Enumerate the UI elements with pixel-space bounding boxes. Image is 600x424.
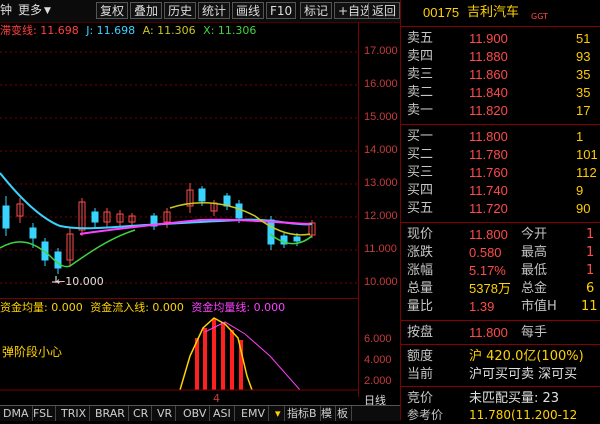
close-row: 按盘 11.800 每手 [407,325,548,340]
legend-x: X: 11.306 [203,24,257,37]
price-tick: 15.000 [364,111,398,123]
bid-row: 买三 11.760 112 [407,165,597,180]
price-tick: 14.000 [364,144,398,156]
chart-toolbar: 钟 更多 ▼ 复权 叠加 历史 统计 画线 F10 标记 +自选 返回 [0,0,400,23]
bid-row: 买四 11.740 9 [407,183,584,198]
sub-tick: 2.000 [364,375,392,387]
tab-vr[interactable]: VR [154,406,177,421]
fq-button[interactable]: 复权 [96,2,129,19]
quota-row: 额度沪 420.0亿(100%) [407,349,584,364]
legend-fund-inflow: 资金流入线: 0.000 [90,301,184,314]
ask-row: 卖三 11.860 35 [407,67,591,82]
date-marker: 4 [213,392,220,405]
draw-line-button[interactable]: 画线 [232,2,265,19]
candle [163,208,171,228]
candle [308,220,316,238]
history-button[interactable]: 历史 [164,2,197,19]
chevron-down-icon[interactable]: ▼ [44,3,51,20]
ask-row: 卖二 11.840 35 [407,85,591,100]
candle [91,208,99,228]
tab-brar[interactable]: BRAR [92,406,129,421]
fund-flow-legend: 资金均量: 0.000 资金流入线: 0.000 资金均量线: 0.000 [0,299,360,315]
tab-obv[interactable]: OBV [180,406,211,421]
legend-fund-avg: 资金均量: 0.000 [0,301,83,314]
low-price-marker: ←10.000 [56,275,104,288]
back-button[interactable]: 返回 [368,2,400,19]
price-tick: 16.000 [364,78,398,90]
sub-tick: 6.000 [364,333,392,345]
tab-plate[interactable]: 板 [334,406,352,421]
f10-button[interactable]: F10 [266,2,297,19]
candle [16,198,24,223]
tab-emv[interactable]: EMV [238,406,269,421]
ask-row: 卖四 11.880 93 [407,49,591,64]
mark-button[interactable]: 标记 [300,2,333,19]
candle [128,213,136,226]
candle [223,193,231,210]
ref-price-row: 参考价 11.780(11.200-12 [407,408,578,422]
price-axis: 17.000 16.000 15.000 14.000 13.000 12.00… [358,22,398,407]
bid-row: 买五 11.720 90 [407,201,591,216]
tab-fsl[interactable]: FSL [30,406,57,421]
sub-tick: 4.000 [364,354,392,366]
candle [116,210,124,226]
stat-row: 涨幅 5.17% 最低 1 [407,263,595,278]
legend-zhibian: 滞变线: 11.698 [0,24,79,37]
tab-trix[interactable]: TRIX [58,406,91,421]
tab-chevron-icon[interactable]: ▾ [272,406,285,421]
candle [2,196,10,236]
overlay-button[interactable]: 叠加 [130,2,163,19]
stats-button[interactable]: 统计 [198,2,231,19]
indicator-tab-bar: DMA FSL TRIX BRAR CR VR OBV ASI EMV ▾ 指标… [0,405,400,421]
legend-a: A: 11.306 [142,24,196,37]
ask-row: 卖五 11.900 51 [407,31,591,46]
tab-dma[interactable]: DMA [0,406,33,421]
price-tick: 10.000 [364,276,398,288]
tab-cr[interactable]: CR [130,406,153,421]
candle [150,213,158,230]
candle [66,228,74,266]
price-tick: 17.000 [364,45,398,57]
legend-fund-avg-line: 资金均量线: 0.000 [191,301,286,314]
more-menu[interactable]: 更多 [18,2,42,19]
tab-asi[interactable]: ASI [210,406,235,421]
candle [78,198,86,236]
stat-row: 总量 5378万 总金 6 [407,281,595,296]
stock-code: 00175 [423,5,460,20]
bid-row: 买一 11.800 1 [407,129,584,144]
candles [2,183,316,274]
period-label[interactable]: 钟 [0,2,12,19]
legend-j: J: 11.698 [86,24,136,37]
stock-name: 吉利汽车 [467,5,520,20]
quote-panel: 00175 吉利汽车 GGT 卖五 11.900 51 卖四 11.880 93 卖三 1… [400,0,600,422]
stat-row: 现价 11.800 今开 1 [407,227,595,242]
market-tag: GGT [531,12,548,21]
stat-row: 涨跌 0.580 最高 1 [407,245,595,260]
candle [186,183,194,213]
bid-row: 买二 11.780 101 [407,147,598,162]
indicator-legend: 滞变线: 11.698 J: 11.698 A: 11.306 X: 11.30… [0,22,360,38]
current-row: 当前 沪可买可卖 深可买 [407,367,578,382]
candlestick-chart[interactable] [0,38,358,298]
tab-indicator-b[interactable]: 指标B [284,406,321,421]
price-tick: 12.000 [364,210,398,222]
candle [103,208,111,228]
price-tick: 11.000 [364,243,397,255]
ask-row: 卖一 11.820 17 [407,103,591,118]
stat-row: 量比 1.39 市值H 11 [407,299,598,314]
price-tick: 13.000 [364,177,398,189]
warning-text: 弹阶段小心 [2,345,63,359]
